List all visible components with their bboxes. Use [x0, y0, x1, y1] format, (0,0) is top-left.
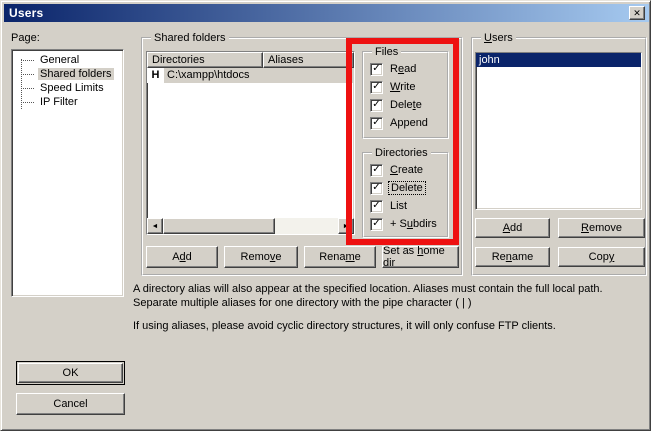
tree-item-ip-filter[interactable]: IP Filter	[12, 95, 123, 109]
check-icon: ✓	[372, 183, 380, 193]
shared-folders-group-label: Shared folders	[151, 32, 229, 45]
alias-notes: A directory alias will also appear at th…	[133, 282, 641, 333]
append-label: Append	[388, 117, 430, 129]
set-home-dir-label: Set as home dir	[383, 245, 458, 269]
home-flag: H	[147, 68, 164, 83]
ok-label: OK	[63, 367, 79, 379]
tree-item-speed-limits[interactable]: Speed Limits	[12, 81, 123, 95]
file-delete-label: Delete	[388, 99, 424, 111]
user-copy-label: Copy	[589, 251, 615, 263]
files-permissions-group: Files ✓ Read ✓ Write ✓ Delete ✓ Append	[362, 51, 449, 139]
titlebar[interactable]: Users	[4, 4, 649, 22]
user-rename-label: Rename	[492, 251, 534, 263]
cancel-button[interactable]: Cancel	[16, 393, 125, 415]
page-list: General Shared folders Speed Limits IP F…	[11, 49, 124, 297]
user-add-label: Add	[503, 222, 523, 234]
directories-permissions-group: Directories ✓ Create ✓ Delete ✓ List ✓ +…	[362, 152, 449, 238]
alias-note-2: If using aliases, please avoid cyclic di…	[133, 319, 641, 333]
scroll-left-button[interactable]: ◄	[147, 218, 163, 234]
dir-delete-checkbox-row[interactable]: ✓ Delete	[370, 179, 447, 197]
read-checkbox[interactable]: ✓	[370, 63, 383, 76]
cancel-label: Cancel	[53, 398, 87, 410]
read-checkbox-row[interactable]: ✓ Read	[370, 60, 447, 78]
check-icon: ✓	[372, 165, 380, 175]
users-group-label: Users	[481, 32, 516, 45]
read-label: Read	[388, 63, 418, 75]
check-icon: ✓	[372, 64, 380, 74]
arrow-right-icon: ►	[343, 223, 350, 230]
directories-group-label: Directories	[372, 147, 431, 160]
column-header-directories[interactable]: Directories	[147, 52, 263, 68]
close-button[interactable]: ✕	[629, 6, 645, 20]
check-icon: ✓	[372, 219, 380, 229]
write-checkbox-row[interactable]: ✓ Write	[370, 78, 447, 96]
page-tree: General Shared folders Speed Limits IP F…	[12, 50, 123, 109]
column-header-aliases[interactable]: Aliases	[263, 52, 354, 68]
create-checkbox[interactable]: ✓	[370, 164, 383, 177]
scrollbar-thumb[interactable]	[163, 218, 275, 234]
listview-header: Directories Aliases	[147, 52, 354, 68]
user-item-john[interactable]: john	[476, 53, 641, 67]
list-checkbox[interactable]: ✓	[370, 200, 383, 213]
subdirs-label: + Subdirs	[388, 218, 439, 230]
user-copy-button[interactable]: Copy	[558, 247, 645, 267]
append-checkbox[interactable]: ✓	[370, 117, 383, 130]
tree-item-general[interactable]: General	[12, 53, 123, 67]
page-label: Page:	[11, 32, 40, 44]
check-icon: ✓	[372, 201, 380, 211]
dir-delete-label: Delete	[388, 181, 426, 195]
users-list: john	[475, 52, 642, 210]
check-icon: ✓	[372, 118, 380, 128]
check-icon: ✓	[372, 82, 380, 92]
check-icon: ✓	[372, 100, 380, 110]
set-home-dir-button[interactable]: Set as home dir	[382, 246, 459, 268]
subdirs-checkbox[interactable]: ✓	[370, 218, 383, 231]
folder-remove-label: Remove	[241, 251, 282, 263]
folder-add-button[interactable]: Add	[146, 246, 218, 268]
tree-item-shared-folders[interactable]: Shared folders	[12, 67, 123, 81]
directory-path: C:\xampp\htdocs	[164, 68, 354, 83]
folder-remove-button[interactable]: Remove	[224, 246, 298, 268]
user-rename-button[interactable]: Rename	[475, 247, 550, 267]
folder-add-label: Add	[172, 251, 192, 263]
create-label: Create	[388, 164, 425, 176]
directories-listview: Directories Aliases H C:\xampp\htdocs ◄ …	[146, 51, 355, 235]
file-delete-checkbox-row[interactable]: ✓ Delete	[370, 96, 447, 114]
close-icon: ✕	[633, 9, 641, 18]
alias-note-1: A directory alias will also appear at th…	[133, 282, 641, 310]
write-label: Write	[388, 81, 417, 93]
ok-button[interactable]: OK	[16, 361, 125, 385]
window-title: Users	[9, 6, 43, 20]
folder-rename-label: Rename	[319, 251, 361, 263]
file-delete-checkbox[interactable]: ✓	[370, 99, 383, 112]
list-checkbox-row[interactable]: ✓ List	[370, 197, 447, 215]
directory-row[interactable]: H C:\xampp\htdocs	[147, 68, 354, 83]
arrow-left-icon: ◄	[152, 223, 159, 230]
user-remove-button[interactable]: Remove	[558, 218, 645, 238]
files-group-label: Files	[372, 46, 401, 59]
append-checkbox-row[interactable]: ✓ Append	[370, 114, 447, 132]
dir-delete-checkbox[interactable]: ✓	[370, 182, 383, 195]
user-remove-label: Remove	[581, 222, 622, 234]
subdirs-checkbox-row[interactable]: ✓ + Subdirs	[370, 215, 447, 233]
users-dialog: Users ✕ Page: General Shared folders Spe…	[0, 0, 651, 431]
folder-rename-button[interactable]: Rename	[304, 246, 376, 268]
scroll-right-button[interactable]: ►	[338, 218, 354, 234]
list-label: List	[388, 200, 409, 212]
user-add-button[interactable]: Add	[475, 218, 550, 238]
horizontal-scrollbar[interactable]: ◄ ►	[147, 218, 354, 234]
create-checkbox-row[interactable]: ✓ Create	[370, 161, 447, 179]
write-checkbox[interactable]: ✓	[370, 81, 383, 94]
